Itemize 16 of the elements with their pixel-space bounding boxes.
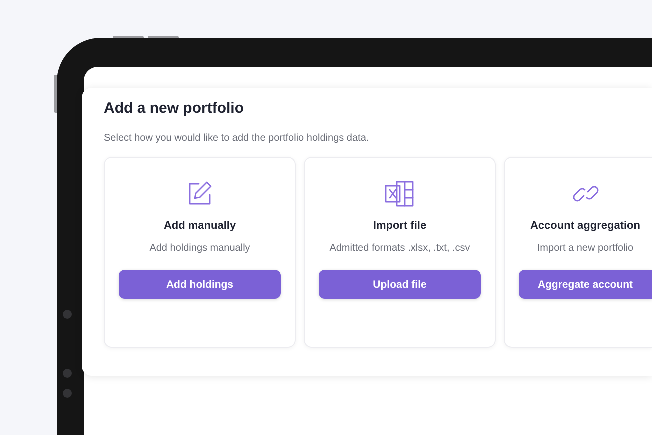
option-description: Import a new portfolio <box>537 243 634 254</box>
panel-subtitle: Select how you would like to add the portfolio holdings data. <box>104 133 370 145</box>
sensor-dot <box>63 310 72 319</box>
sensor-dot <box>63 389 72 398</box>
option-title: Account aggregation <box>530 220 640 232</box>
option-title: Add manually <box>164 220 236 232</box>
panel-title: Add a new portfolio <box>104 100 245 118</box>
spreadsheet-icon <box>385 181 415 207</box>
option-button[interactable]: Aggregate account <box>519 270 652 299</box>
edit-icon <box>187 181 213 207</box>
option-title: Import file <box>373 220 427 232</box>
option-button[interactable]: Upload file <box>319 270 481 299</box>
option-button[interactable]: Add holdings <box>119 270 281 299</box>
option-description: Add holdings manually <box>150 243 250 254</box>
option-description: Admitted formats .xlsx, .txt, .csv <box>330 243 470 254</box>
sensor-dot <box>63 369 72 378</box>
